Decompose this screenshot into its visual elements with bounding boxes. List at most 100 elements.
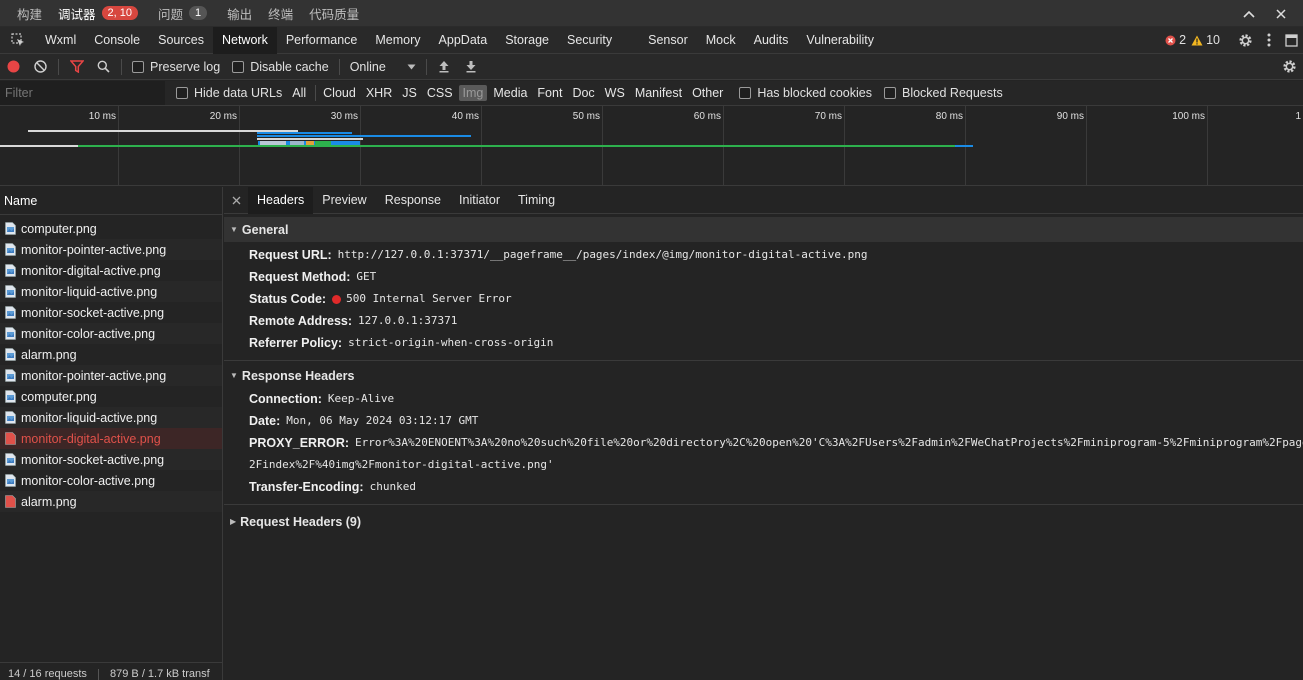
request-name: computer.png [21,221,97,236]
timeline-tick-label: 50 ms [572,111,600,122]
close-panel-button[interactable] [1265,0,1297,27]
panel-tab-build[interactable]: 构建 [9,0,50,27]
clear-button[interactable] [27,54,54,80]
detail-tab-initiator[interactable]: Initiator [450,187,509,214]
filter-bar: Hide data URLs All Cloud XHR JS CSS Img … [0,81,1303,106]
filter-toggle-button[interactable] [63,54,90,80]
request-row[interactable]: monitor-liquid-active.png [0,407,222,428]
filter-type-js[interactable]: JS [398,85,421,101]
detail-tab-response[interactable]: Response [376,187,450,214]
tab-console[interactable]: Console [85,27,149,54]
tab-mock[interactable]: Mock [697,27,745,54]
request-row[interactable]: monitor-digital-active.png [0,428,222,449]
checkbox-box[interactable] [176,87,188,99]
tab-memory[interactable]: Memory [366,27,429,54]
panel-tab-code-quality[interactable]: 代码质量 [301,0,367,27]
image-file-icon [5,348,16,361]
export-har-button[interactable] [458,54,485,80]
panel-tab-debugger[interactable]: 调试器 2, 10 [50,0,146,27]
filter-type-all[interactable]: All [288,85,310,101]
disable-cache-checkbox[interactable]: Disable cache [232,60,329,74]
tab-sources[interactable]: Sources [149,27,213,54]
checkbox-box[interactable] [883,87,896,99]
filter-type-xhr[interactable]: XHR [362,85,396,101]
section-request-headers-header[interactable]: ▶ Request Headers (9) [224,509,1303,534]
tab-security[interactable]: Security [558,27,621,54]
filter-type-manifest[interactable]: Manifest [631,85,686,101]
tab-storage[interactable]: Storage [496,27,558,54]
checkbox-box[interactable] [132,60,144,73]
filter-type-cloud[interactable]: Cloud [319,85,360,101]
tab-performance[interactable]: Performance [277,27,367,54]
record-button[interactable] [0,54,27,80]
section-response-headers-header[interactable]: ▼ Response Headers [224,363,1303,388]
problems-count-badge: 1 [189,6,208,20]
request-name: monitor-socket-active.png [21,305,165,320]
panel-tab-terminal[interactable]: 终端 [260,0,301,27]
request-row[interactable]: computer.png [0,218,222,239]
request-row[interactable]: monitor-socket-active.png [0,302,222,323]
network-overview-timeline[interactable]: 10 ms 20 ms 30 ms 40 ms 50 ms 60 ms 70 m… [0,106,1303,186]
request-row[interactable]: monitor-color-active.png [0,323,222,344]
inspect-element-button[interactable] [0,27,36,54]
tab-wxml[interactable]: Wxml [36,27,85,54]
network-status-bar: 14 / 16 requests 879 B / 1.7 kB transf [0,662,223,680]
filter-type-css[interactable]: CSS [423,85,457,101]
filter-type-media[interactable]: Media [489,85,531,101]
toolbar-divider [121,58,122,75]
settings-button[interactable] [1232,27,1259,53]
filter-type-font[interactable]: Font [533,85,566,101]
request-row[interactable]: monitor-pointer-active.png [0,365,222,386]
filter-type-other[interactable]: Other [688,85,727,101]
triangle-right-icon: ▶ [230,517,237,526]
issue-counter[interactable]: 2 10 [1165,33,1220,47]
triangle-down-icon: ▼ [230,371,238,380]
error-icon [1165,35,1176,45]
import-har-button[interactable] [431,54,458,80]
throttle-select[interactable]: Online [344,60,422,74]
panel-tab-problems[interactable]: 问题 1 [150,0,215,27]
request-row[interactable]: monitor-color-active.png [0,470,222,491]
caret-down-icon [407,64,416,69]
filter-type-doc[interactable]: Doc [568,85,598,101]
request-row[interactable]: monitor-socket-active.png [0,449,222,470]
checkbox-box[interactable] [739,87,752,99]
collapse-panel-button[interactable] [1233,0,1265,27]
request-row[interactable]: alarm.png [0,344,222,365]
column-header-name[interactable]: Name [0,187,222,215]
toolbar-divider [425,58,427,75]
tab-audits[interactable]: Audits [745,27,798,54]
close-icon [1276,8,1286,19]
close-detail-button[interactable] [224,187,248,214]
timeline-gridline [1207,106,1208,185]
request-row[interactable]: computer.png [0,386,222,407]
section-general-header[interactable]: ▼ General [224,217,1303,242]
panel-tab-output[interactable]: 输出 [219,0,260,27]
dock-button[interactable] [1279,27,1303,53]
request-row[interactable]: monitor-digital-active.png [0,260,222,281]
filter-type-img[interactable]: Img [458,85,488,101]
timeline-tick-label: 80 ms [935,111,963,122]
more-options-button[interactable] [1259,27,1279,53]
filter-type-ws[interactable]: WS [601,85,629,101]
blocked-requests-checkbox[interactable]: Blocked Requests [883,86,1003,100]
search-button[interactable] [90,54,117,80]
network-settings-button[interactable] [1276,54,1303,80]
request-row[interactable]: monitor-pointer-active.png [0,239,222,260]
detail-tab-headers[interactable]: Headers [248,186,314,214]
detail-tab-timing[interactable]: Timing [509,187,564,214]
preserve-log-checkbox[interactable]: Preserve log [132,60,220,74]
tab-network[interactable]: Network [212,26,277,54]
detail-tab-preview[interactable]: Preview [313,187,375,214]
tab-sensor[interactable]: Sensor [639,27,697,54]
tab-vulnerability[interactable]: Vulnerability [797,27,883,54]
request-name: monitor-pointer-active.png [21,368,167,383]
filter-input[interactable] [0,81,165,105]
tab-appdata[interactable]: AppData [430,27,497,54]
request-row[interactable]: monitor-liquid-active.png [0,281,222,302]
header-row-request-url: Request URL: http://127.0.0.1:37371/__pag… [249,248,868,262]
checkbox-box[interactable] [232,60,245,73]
request-row[interactable]: alarm.png [0,491,222,512]
has-blocked-cookies-checkbox[interactable]: Has blocked cookies [739,86,872,100]
hide-data-urls-checkbox[interactable]: Hide data URLs [176,86,282,100]
